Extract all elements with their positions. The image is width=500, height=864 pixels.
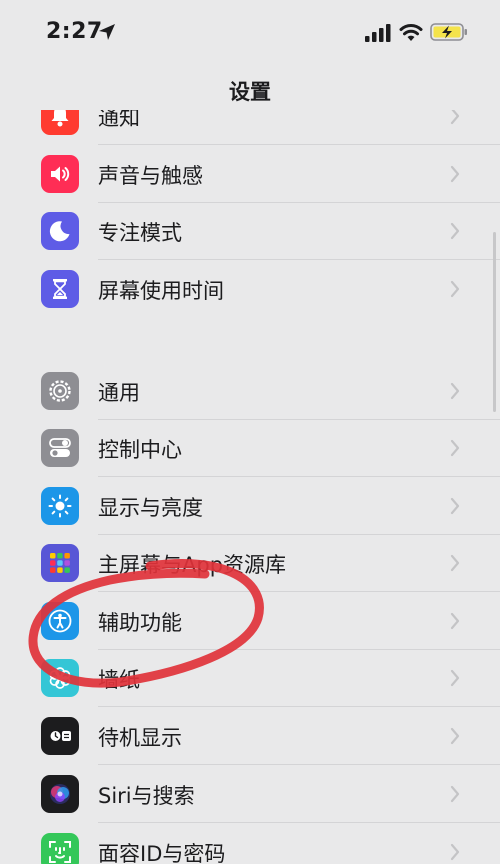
row-label: Siri与搜索 xyxy=(98,784,195,808)
chevron-right-icon xyxy=(450,439,460,457)
row-label: 声音与触感 xyxy=(98,164,203,188)
location-arrow-icon xyxy=(99,24,115,40)
chevron-right-icon xyxy=(450,727,460,745)
accessibility-icon xyxy=(41,602,79,640)
settings-row-wallpaper[interactable]: 墙纸 xyxy=(0,650,500,707)
row-label: 辅助功能 xyxy=(98,611,182,635)
settings-row-display[interactable]: 显示与亮度 xyxy=(0,478,500,535)
settings-row-notifications[interactable]: 通知 xyxy=(0,110,500,145)
settings-row-sounds[interactable]: 声音与触感 xyxy=(0,146,500,203)
settings-row-home-screen[interactable]: 主屏幕与App资源库 xyxy=(0,535,500,592)
wifi-icon xyxy=(399,24,423,41)
siri-icon xyxy=(41,775,79,813)
row-label: 屏幕使用时间 xyxy=(98,279,224,303)
chevron-right-icon xyxy=(450,280,460,298)
row-label: 通知 xyxy=(98,110,140,130)
cellular-signal-icon xyxy=(365,24,391,42)
gear-icon xyxy=(41,372,79,410)
settings-list: 通知 声音与触感 专注模式 屏幕使用时间 通用 控制中心 显示与亮度 主屏幕与A… xyxy=(0,110,500,864)
row-label: 待机显示 xyxy=(98,726,182,750)
row-label: 墙纸 xyxy=(98,668,140,692)
face-id-icon xyxy=(41,833,79,864)
chevron-right-icon xyxy=(450,843,460,861)
hourglass-icon xyxy=(41,270,79,308)
toggles-icon xyxy=(41,429,79,467)
chevron-right-icon xyxy=(450,554,460,572)
battery-charging-icon xyxy=(430,23,467,41)
settings-row-accessibility[interactable]: 辅助功能 xyxy=(0,593,500,650)
chevron-right-icon xyxy=(450,785,460,803)
chevron-right-icon xyxy=(450,669,460,687)
settings-row-siri[interactable]: Siri与搜索 xyxy=(0,766,500,823)
bell-icon xyxy=(41,110,79,135)
settings-row-standby[interactable]: 待机显示 xyxy=(0,708,500,765)
standby-icon xyxy=(41,717,79,755)
settings-row-control-center[interactable]: 控制中心 xyxy=(0,420,500,477)
chevron-right-icon xyxy=(450,222,460,240)
settings-row-general[interactable]: 通用 xyxy=(0,363,500,420)
row-label: 通用 xyxy=(98,381,140,405)
row-label: 专注模式 xyxy=(98,221,182,245)
chevron-right-icon xyxy=(450,110,460,125)
status-bar: 2:27 xyxy=(0,0,500,66)
row-label: 主屏幕与App资源库 xyxy=(98,553,287,577)
settings-row-focus[interactable]: 专注模式 xyxy=(0,203,500,260)
chevron-right-icon xyxy=(450,165,460,183)
chevron-right-icon xyxy=(450,612,460,630)
row-label: 面容ID与密码 xyxy=(98,842,226,864)
row-label: 控制中心 xyxy=(98,438,182,462)
page-title: 设置 xyxy=(229,80,271,104)
flower-icon xyxy=(41,659,79,697)
scroll-indicator[interactable] xyxy=(493,232,496,412)
row-label: 显示与亮度 xyxy=(98,496,203,520)
settings-row-face-id[interactable]: 面容ID与密码 xyxy=(0,824,500,864)
speaker-icon xyxy=(41,155,79,193)
chevron-right-icon xyxy=(450,382,460,400)
app-grid-icon xyxy=(41,544,79,582)
sun-icon xyxy=(41,487,79,525)
chevron-right-icon xyxy=(450,497,460,515)
status-time: 2:27 xyxy=(46,19,103,44)
settings-row-screen-time[interactable]: 屏幕使用时间 xyxy=(0,261,500,318)
moon-icon xyxy=(41,212,79,250)
